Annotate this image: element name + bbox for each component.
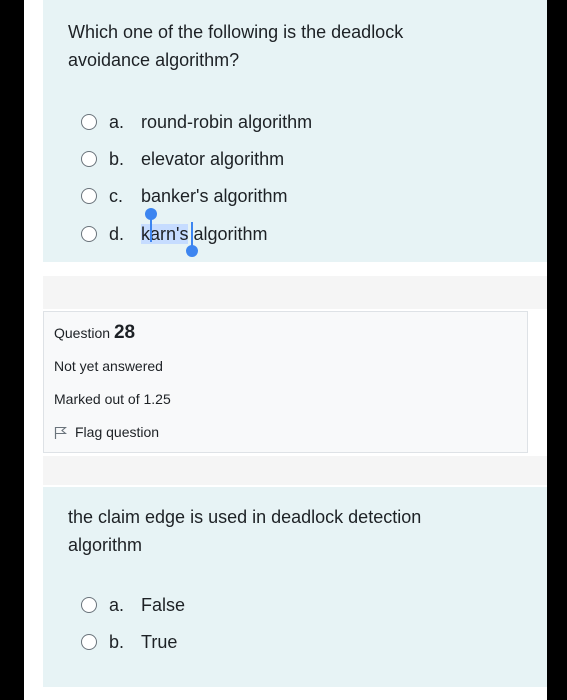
answer-text: banker's algorithm [141,185,288,206]
answer-text: True [141,631,178,652]
radio-button[interactable] [81,188,97,204]
answer-letter: c. [109,185,124,206]
answer-letter: b. [109,148,125,169]
selection-start-bar [150,216,152,242]
answer-option-false[interactable]: a. False [81,592,185,618]
flag-question-link[interactable]: Flag question [54,424,159,440]
answer-letter: a. [109,111,125,132]
radio-button[interactable] [81,114,97,130]
quiz-screen: Which one of the following is the deadlo… [24,0,547,700]
radio-button[interactable] [81,634,97,650]
question-text: the claim edge is used in deadlock detec… [68,507,422,555]
answer-text-rest: algorithm [188,223,268,244]
answer-status: Not yet answered [54,358,163,374]
question-27-card: Which one of the following is the deadlo… [43,0,547,262]
separator [43,456,547,485]
flag-label: Flag question [75,424,160,440]
answer-option-b[interactable]: b. elevator algorithm [81,146,284,172]
flag-icon [54,426,67,439]
answer-letter: d. [109,223,125,244]
radio-button[interactable] [81,226,97,242]
answer-letter: a. [109,594,125,615]
question-number: 28 [113,322,136,343]
question-number-row: Question 28 [54,322,135,344]
answer-option-a[interactable]: a. round-robin algorithm [81,109,312,135]
question-info-panel: Question 28 Not yet answered Marked out … [43,311,528,453]
question-label: Question [54,325,111,341]
answer-letter: b. [109,631,125,652]
separator [43,276,547,309]
answer-option-true[interactable]: b. True [81,629,177,655]
radio-button[interactable] [81,597,97,613]
answer-option-d[interactable]: d. karn's algorithm [81,221,267,247]
answer-text: round-robin algorithm [141,111,313,132]
radio-button[interactable] [81,151,97,167]
selection-end-handle[interactable] [186,245,198,257]
answer-text: elevator algorithm [141,148,285,169]
answer-text: False [141,594,186,615]
answer-option-c[interactable]: c. banker's algorithm [81,183,288,209]
answer-text: karn's algorithm [141,223,268,245]
question-text: Which one of the following is the deadlo… [68,22,404,70]
selected-text: karn's [141,223,189,244]
marks-label: Marked out of 1.25 [54,391,171,407]
question-28-card: the claim edge is used in deadlock detec… [43,487,547,687]
